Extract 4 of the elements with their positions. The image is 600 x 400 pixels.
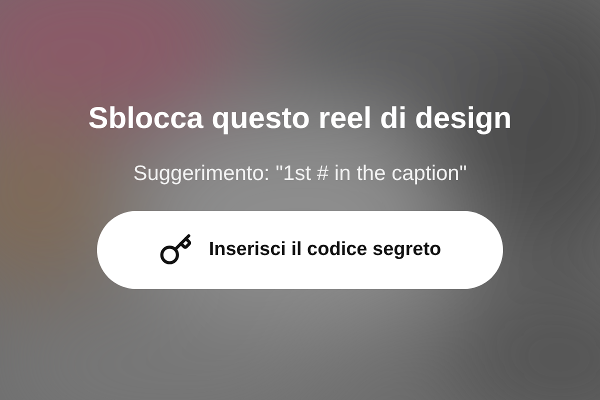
secret-code-button[interactable]: Inserisci il codice segreto xyxy=(97,211,503,289)
title: Sblocca questo reel di design xyxy=(88,101,512,137)
key-icon xyxy=(158,233,193,267)
hint-text: Suggerimento: "1st # in the caption" xyxy=(133,161,467,187)
